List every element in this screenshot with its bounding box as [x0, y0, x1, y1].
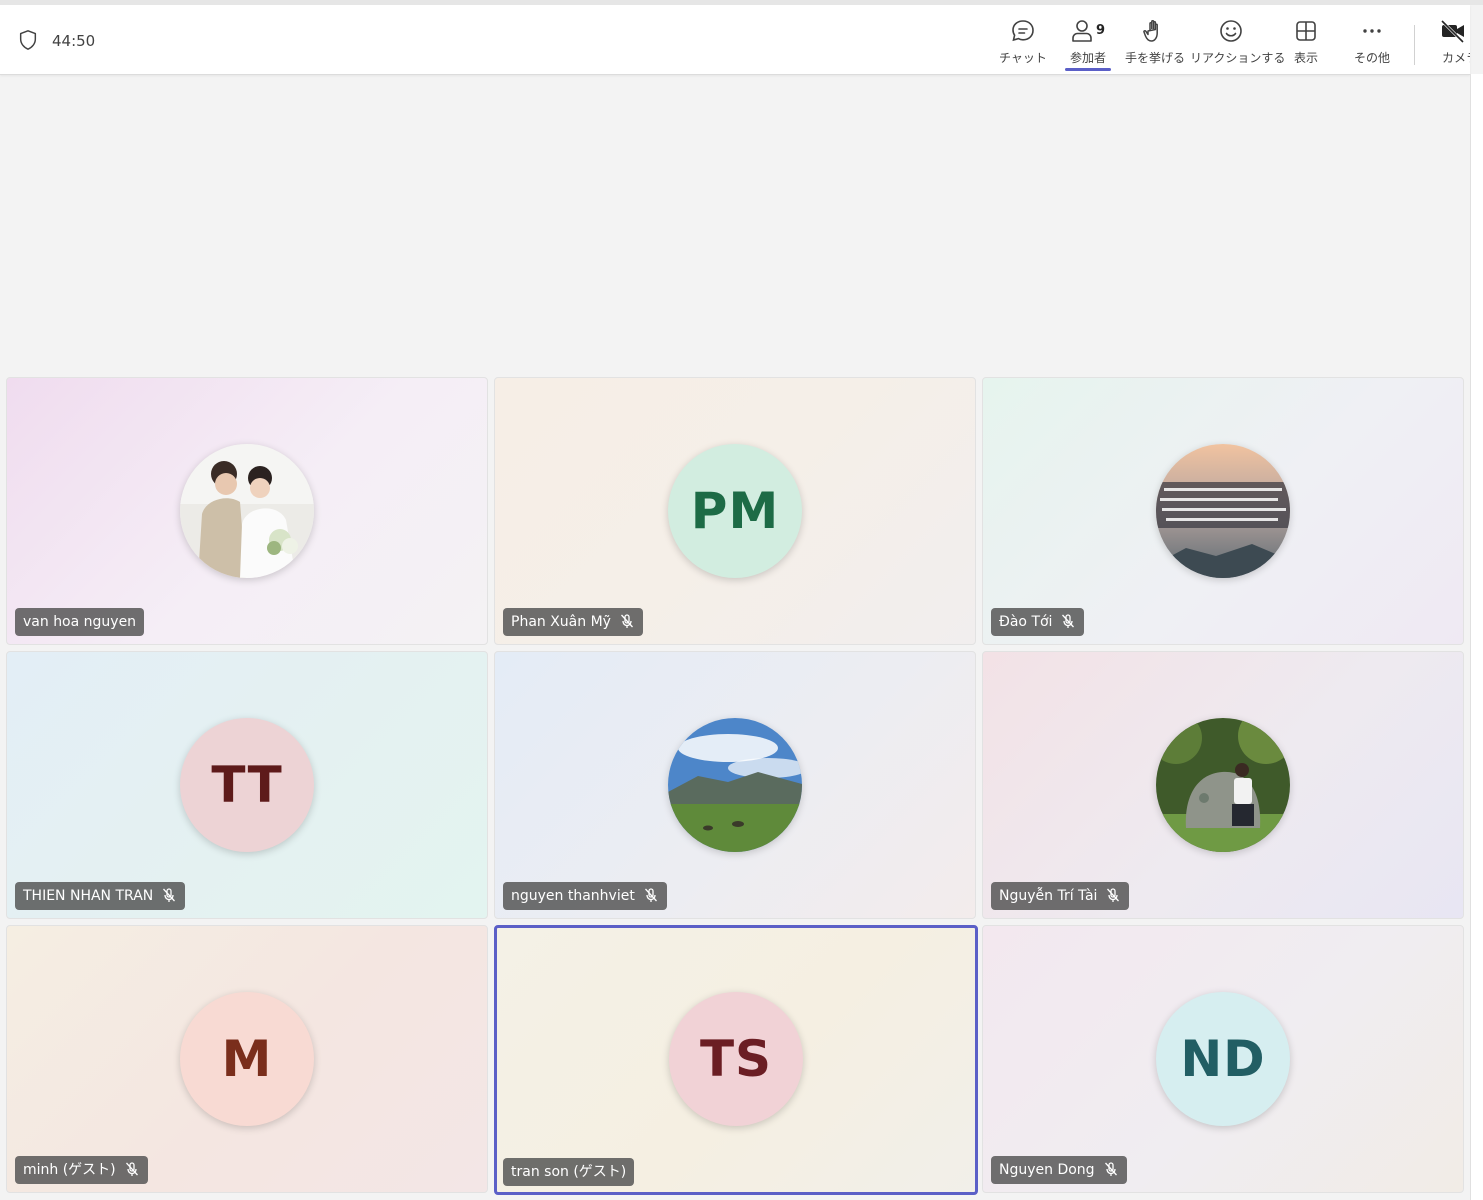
- react-button[interactable]: リアクションする: [1190, 15, 1286, 71]
- participant-name: THIEN NHAN TRAN: [23, 888, 154, 904]
- participant-name-tag: THIEN NHAN TRAN: [15, 882, 186, 910]
- avatar: TS: [669, 992, 803, 1126]
- participant-name-tag: Nguyen Dong: [991, 1156, 1127, 1184]
- participant-tile[interactable]: ND Nguyen Dong: [982, 925, 1464, 1193]
- participant-name: minh (ゲスト): [23, 1162, 116, 1178]
- avatar: [1156, 444, 1290, 578]
- participant-name-tag: tran son (ゲスト): [503, 1158, 635, 1186]
- mic-off-icon: [125, 1161, 138, 1176]
- participant-name: Nguyễn Trí Tài: [999, 888, 1098, 904]
- mic-off-icon: [163, 887, 176, 902]
- participant-tile[interactable]: nguyen thanhviet: [494, 651, 976, 919]
- participants-button[interactable]: 9 参加者: [1061, 15, 1115, 71]
- participant-tile[interactable]: Nguyễn Trí Tài: [982, 651, 1464, 919]
- mic-off-icon: [1062, 613, 1075, 628]
- participant-name-tag: Đào Tới: [991, 608, 1085, 636]
- participant-name-tag: minh (ゲスト): [15, 1156, 148, 1184]
- avatar: [180, 444, 314, 578]
- participant-name: Nguyen Dong: [999, 1162, 1095, 1178]
- participant-name-tag: Phan Xuân Mỹ: [503, 608, 643, 636]
- participant-tile[interactable]: TT THIEN NHAN TRAN: [6, 651, 488, 919]
- right-panel-edge: [1470, 74, 1483, 1200]
- mic-off-icon: [1107, 887, 1120, 902]
- active-indicator: [1065, 68, 1111, 71]
- meeting-timer: 44:50: [52, 32, 96, 50]
- chat-button[interactable]: チャット: [998, 15, 1048, 71]
- mic-off-icon: [1104, 1161, 1117, 1176]
- avatar: [1156, 718, 1290, 852]
- participant-name: tran son (ゲスト): [511, 1164, 627, 1180]
- mic-off-icon: [644, 887, 657, 902]
- avatar: PM: [668, 444, 802, 578]
- raise-hand-button[interactable]: 手を挙げる: [1125, 15, 1186, 71]
- participant-name: van hoa nguyen: [23, 614, 137, 630]
- raise-hand-label: 手を挙げる: [1125, 51, 1186, 65]
- toolbar-divider: [1414, 25, 1415, 65]
- more-label: その他: [1353, 51, 1390, 65]
- avatar: M: [180, 992, 314, 1126]
- camera-label: カメラ: [1442, 51, 1470, 65]
- avatar: TT: [180, 718, 314, 852]
- avatar: [668, 718, 802, 852]
- view-label: 表示: [1293, 51, 1318, 65]
- mic-off-icon: [620, 613, 633, 628]
- participants-label: 参加者: [1069, 51, 1106, 65]
- participants-count: 9: [1096, 23, 1106, 38]
- participant-name: nguyen thanhviet: [511, 888, 635, 904]
- shield-icon[interactable]: [17, 29, 39, 51]
- camera-off-icon: [1440, 19, 1465, 44]
- profile-photo: [668, 718, 802, 852]
- smiley-icon: [1220, 20, 1242, 42]
- react-label: リアクションする: [1190, 51, 1286, 65]
- meeting-toolbar: 44:50 チャット 9 参加者 手を挙げる リアクションする 表示 その他 カ…: [0, 5, 1470, 75]
- profile-photo: [180, 444, 314, 578]
- participant-name-tag: nguyen thanhviet: [503, 882, 667, 910]
- avatar: ND: [1156, 992, 1290, 1126]
- participant-tile[interactable]: Đào Tới: [982, 377, 1464, 645]
- people-icon: [1072, 20, 1092, 42]
- profile-photo: [1156, 444, 1290, 578]
- participant-name-tag: Nguyễn Trí Tài: [991, 882, 1130, 910]
- participant-tile[interactable]: van hoa nguyen: [6, 377, 488, 645]
- participant-name: Đào Tới: [999, 614, 1053, 630]
- more-icon: [1363, 29, 1381, 33]
- participant-tile-selected[interactable]: TS tran son (ゲスト): [494, 925, 978, 1195]
- more-button[interactable]: その他: [1348, 15, 1396, 71]
- grid-view-icon: [1296, 21, 1316, 41]
- chat-label: チャット: [999, 51, 1047, 65]
- camera-button[interactable]: カメラ: [1436, 15, 1470, 71]
- participant-name-tag: van hoa nguyen: [15, 608, 145, 636]
- participant-name: Phan Xuân Mỹ: [511, 614, 611, 630]
- participant-tile[interactable]: M minh (ゲスト): [6, 925, 488, 1193]
- hand-icon: [1143, 20, 1158, 42]
- participant-tile[interactable]: PM Phan Xuân Mỹ: [494, 377, 976, 645]
- profile-photo: [1156, 718, 1290, 852]
- chat-icon: [1012, 20, 1034, 42]
- view-button[interactable]: 表示: [1284, 15, 1328, 71]
